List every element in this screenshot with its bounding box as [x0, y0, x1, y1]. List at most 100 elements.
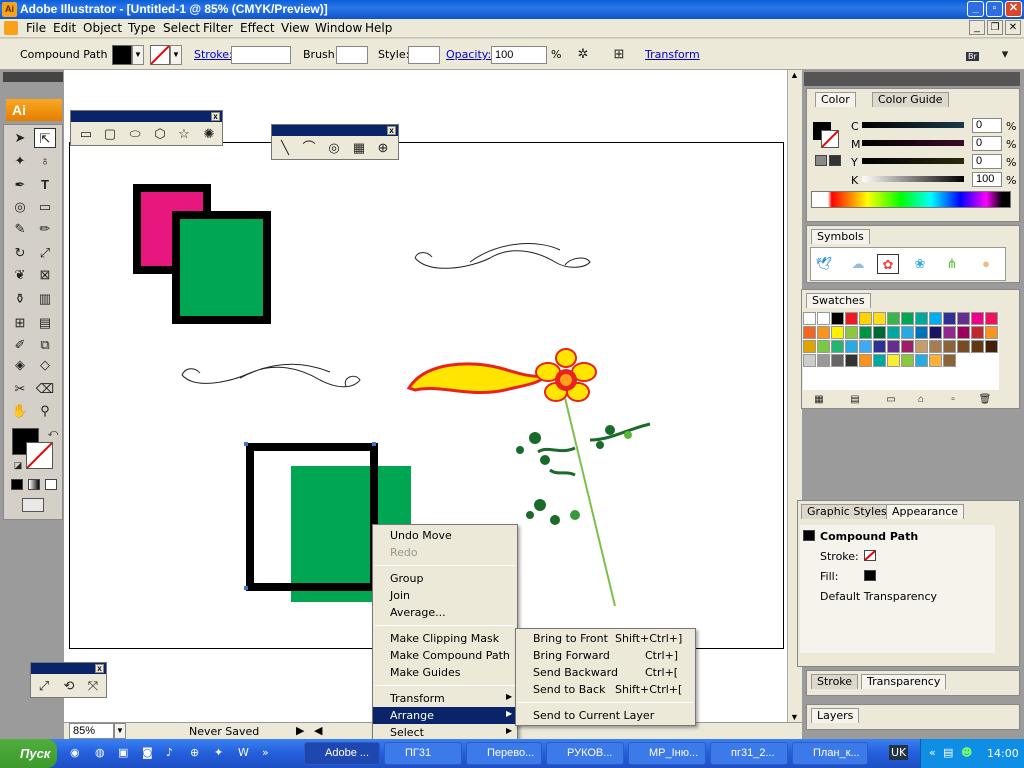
flare-shape-icon[interactable]: ✺ [198, 124, 220, 144]
swatch-cell[interactable] [901, 354, 914, 367]
symbol-dots-icon[interactable]: ● [975, 254, 997, 274]
task-pdf[interactable]: РУКОВ... [546, 742, 624, 765]
swatch-cell[interactable] [845, 340, 858, 353]
task-word-2[interactable]: пг31_2... [710, 742, 788, 765]
swatch-cell[interactable] [985, 326, 998, 339]
menu-item-make-compound-path[interactable]: Make Compound Path [373, 647, 517, 664]
menu-item-join[interactable]: Join [373, 587, 517, 604]
ellipse-shape-icon[interactable]: ⬭ [124, 124, 146, 144]
free-distort-icon[interactable]: ⤧ [82, 676, 104, 696]
tab-layers[interactable]: Layers [811, 708, 860, 723]
swatch-cell[interactable] [915, 326, 928, 339]
symbol-flower-icon[interactable]: ✿ [877, 254, 899, 274]
zoom-dropdown[interactable]: ▼ [114, 723, 126, 739]
tab-appearance[interactable]: Appearance [886, 504, 965, 519]
swatch-cell[interactable] [887, 312, 900, 325]
new-color-group-icon[interactable]: ⌂ [910, 390, 932, 410]
menu-item-transform[interactable]: Transform [373, 690, 517, 707]
quicklaunch-more-icon[interactable]: » [262, 746, 269, 759]
arc-icon[interactable]: ⌒ [298, 138, 320, 158]
swatch-cell[interactable] [859, 312, 872, 325]
spiral-icon[interactable]: ◎ [323, 138, 345, 158]
skype-quicklaunch-icon[interactable]: ◍ [95, 746, 105, 759]
channel-k-field[interactable]: 100 [972, 172, 1002, 187]
swatch-cell[interactable] [957, 312, 970, 325]
channel-c-field[interactable]: 0 [972, 118, 1002, 133]
swatch-cell[interactable] [859, 354, 872, 367]
tab-color[interactable]: Color [815, 92, 856, 107]
swatch-cell[interactable] [901, 340, 914, 353]
swatch-cell[interactable] [873, 312, 886, 325]
browser-quicklaunch-icon[interactable]: ⊕ [190, 746, 199, 759]
chrome-quicklaunch-icon[interactable]: ◉ [70, 746, 80, 759]
menu-item-arrange[interactable]: Arrange [373, 707, 517, 724]
swatch-cell[interactable] [873, 354, 886, 367]
swatch-cell[interactable] [929, 354, 942, 367]
menu-item-average[interactable]: Average... [373, 604, 517, 621]
swatch-cell[interactable] [817, 326, 830, 339]
show-swatch-kinds-icon[interactable]: ▤ [844, 390, 866, 410]
floating-panel-header[interactable]: x [272, 125, 398, 136]
swatch-options-icon[interactable]: ▭ [880, 390, 902, 410]
swatch-cell[interactable] [831, 340, 844, 353]
swatch-cell[interactable] [901, 326, 914, 339]
polar-grid-icon[interactable]: ⊕ [372, 138, 394, 158]
swatch-cell[interactable] [873, 340, 886, 353]
swatch-cell[interactable] [859, 326, 872, 339]
channel-y-slider[interactable] [862, 158, 964, 164]
swatch-cell[interactable] [831, 326, 844, 339]
rectangle-shape-icon[interactable]: ▭ [75, 124, 97, 144]
tool-quicklaunch-icon[interactable]: ✦ [214, 746, 223, 759]
start-button[interactable]: Пуск [0, 739, 57, 768]
swatch-cell[interactable] [943, 354, 956, 367]
show-desktop-icon[interactable]: ◙ [142, 746, 153, 759]
close-icon[interactable]: x [387, 126, 396, 135]
rounded-rectangle-shape-icon[interactable]: ▢ [99, 124, 121, 144]
swatch-library-icon[interactable]: ▦ [808, 390, 830, 410]
task-translate[interactable]: Перево... [466, 742, 542, 765]
swatch-cell[interactable] [915, 340, 928, 353]
symbol-bird-icon[interactable]: 🕊 [813, 254, 835, 274]
swatch-cell[interactable] [915, 312, 928, 325]
color-spectrum-bar[interactable] [811, 191, 1011, 208]
task-illustrator[interactable]: Adobe ... [304, 742, 380, 765]
appearance-transparency[interactable]: Default Transparency [820, 590, 937, 603]
language-indicator[interactable]: UK [889, 745, 909, 760]
tab-color-guide[interactable]: Color Guide [872, 92, 949, 107]
menu-item-group[interactable]: Group [373, 570, 517, 587]
swatch-cell[interactable] [985, 340, 998, 353]
floating-panel-header[interactable]: x [71, 111, 222, 122]
tray-app-icon[interactable]: ☻ [961, 746, 972, 759]
swatch-cell[interactable] [943, 326, 956, 339]
swatch-cell[interactable] [831, 312, 844, 325]
task-word-1[interactable]: МР_Іню... [628, 742, 706, 765]
swatch-cell[interactable] [929, 312, 942, 325]
swatch-cell[interactable] [929, 340, 942, 353]
swatch-cell[interactable] [873, 326, 886, 339]
appearance-stroke-swatch[interactable] [864, 550, 876, 561]
floating-panel-header[interactable]: x [31, 663, 106, 674]
close-icon[interactable]: x [95, 664, 104, 673]
channel-y-field[interactable]: 0 [972, 154, 1002, 169]
swatch-cell[interactable] [803, 312, 816, 325]
word-quicklaunch-icon[interactable]: W [238, 746, 249, 759]
tab-transparency[interactable]: Transparency [861, 674, 947, 689]
swatch-cell[interactable] [803, 326, 816, 339]
channel-k-slider[interactable] [862, 176, 964, 182]
delete-swatch-icon[interactable]: 🗑 [974, 390, 996, 410]
swatch-cell[interactable] [887, 354, 900, 367]
symbol-bloom-icon[interactable]: ❀ [909, 254, 931, 274]
channel-m-field[interactable]: 0 [972, 136, 1002, 151]
swatch-cell[interactable] [887, 326, 900, 339]
appearance-stroke-label[interactable]: Stroke: [820, 550, 859, 563]
network-tray-icon[interactable]: ▤ [943, 746, 953, 759]
swatch-cell[interactable] [943, 312, 956, 325]
polygon-shape-icon[interactable]: ⬡ [149, 124, 171, 144]
task-word-3[interactable]: План_к... [792, 742, 868, 765]
appearance-fill-label[interactable]: Fill: [820, 570, 838, 583]
channel-m-slider[interactable] [862, 140, 964, 146]
swatch-cell[interactable] [915, 354, 928, 367]
symbol-grass-icon[interactable]: ⋔ [941, 254, 963, 274]
menu-item-send-to-current-layer[interactable]: Send to Current Layer [516, 707, 695, 724]
tab-symbols[interactable]: Symbols [811, 229, 870, 244]
